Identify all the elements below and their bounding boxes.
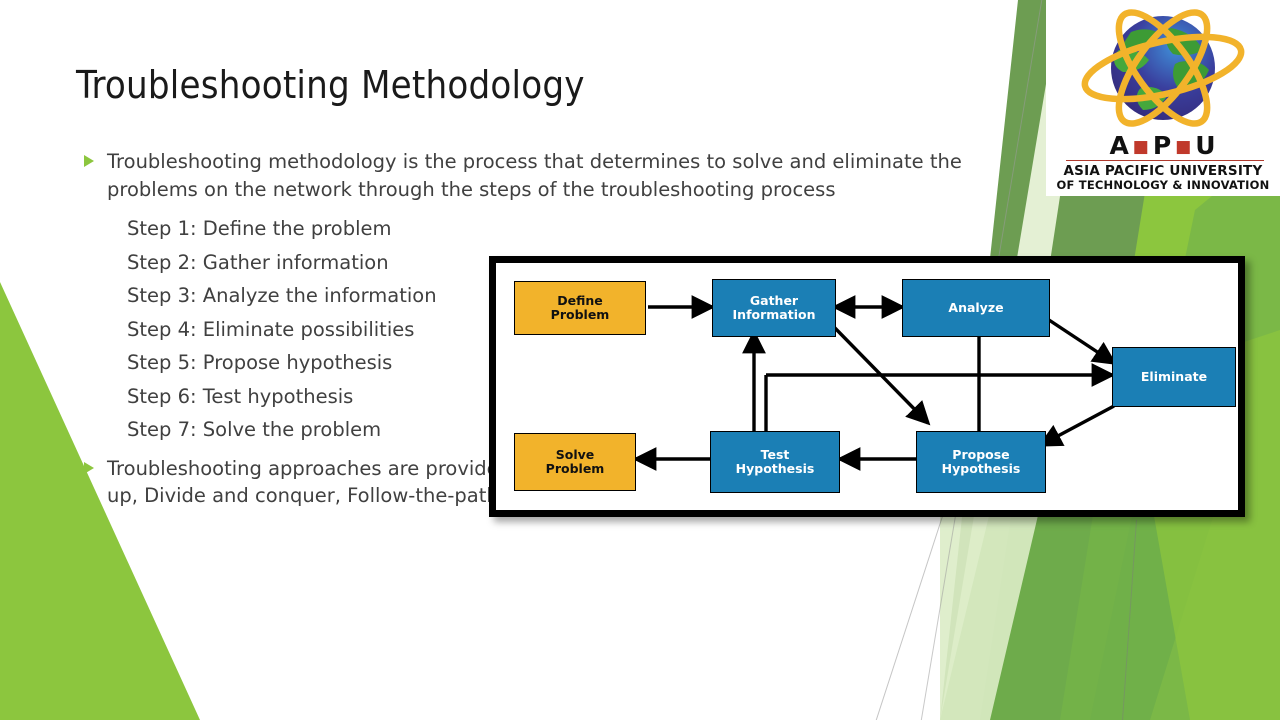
triangle-bullet-icon (84, 461, 94, 474)
slide-canvas: A ■ P ■ U ASIA PACIFIC UNIVERSITY OF TECHNOL… (0, 0, 1280, 720)
list-item: Step 1: Define the problem (127, 217, 392, 240)
apu-logo: A ■ P ■ U ASIA PACIFIC UNIVERSITY OF TECHNOL… (1046, 0, 1280, 196)
apu-tagline-line2: OF TECHNOLOGY & INNOVATION (1056, 178, 1270, 192)
bullet-1-text: Troubleshooting methodology is the proce… (107, 150, 962, 201)
node-gather-information: Gather Information (712, 279, 836, 337)
apu-letter-u: U (1195, 131, 1217, 160)
node-define-problem: Define Problem (514, 281, 646, 335)
node-eliminate: Eliminate (1112, 347, 1236, 407)
node-solve-problem: Solve Problem (514, 433, 636, 491)
decoration-hairline-3 (1110, 519, 1137, 720)
node-propose-hypothesis: Propose Hypothesis (916, 431, 1046, 493)
node-analyze: Analyze (902, 279, 1050, 337)
apu-letter-a: A (1109, 131, 1130, 160)
slide-title: Troubleshooting Methodology (76, 63, 585, 108)
diagram-canvas: Define Problem Gather Information Analyze … (496, 263, 1238, 510)
apu-dot-2: ■ (1175, 136, 1193, 157)
apu-tagline-line1: ASIA PACIFIC UNIVERSITY (1063, 163, 1263, 179)
node-test-hypothesis: Test Hypothesis (710, 431, 840, 493)
apu-letter-p: P (1152, 131, 1173, 160)
apu-logo-divider (1066, 160, 1264, 161)
apu-dot-1: ■ (1132, 136, 1150, 157)
triangle-bullet-icon (84, 155, 94, 167)
apu-initials: A ■ P ■ U (1046, 133, 1280, 158)
bullet-item-1: Troubleshooting methodology is the proce… (84, 148, 964, 203)
globe-with-orbits-icon (1081, 9, 1245, 127)
troubleshooting-flow-diagram: Define Problem Gather Information Analyze … (489, 256, 1245, 517)
